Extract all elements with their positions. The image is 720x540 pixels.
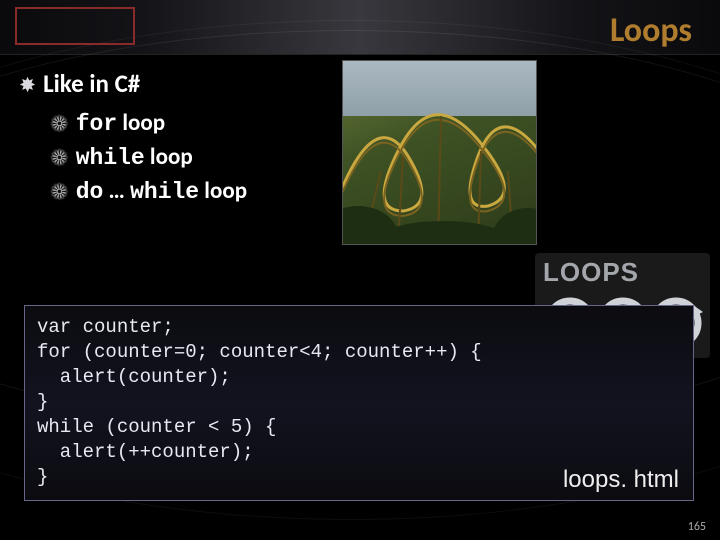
bullet-for-loop: ☀ for loop [52,109,700,137]
heading-text: Like in C# [43,68,140,99]
bullet-while-loop: ☀ while loop [52,143,700,171]
page-number: 165 [688,520,706,534]
slide-title: Loops [610,10,692,51]
sun-bullet-icon: ☀ [52,146,67,170]
loops-badge-label: LOOPS [535,253,710,288]
code-sample: var counter; for (counter=0; counter<4; … [24,305,694,501]
sun-bullet-icon: ☀ [52,180,67,204]
heading-like-in-csharp: ✸ Like in C# [20,68,700,99]
star-bullet-icon: ✸ [20,74,35,96]
bullet-code: while [76,145,145,171]
bullet-code: do [76,179,104,205]
bullet-text: loop [117,109,165,137]
sun-bullet-icon: ☀ [52,112,67,136]
bullet-mid: … [103,177,130,205]
bullet-do-while-loop: ☀ do … while loop [52,177,700,205]
bullet-text: loop [199,177,247,205]
code-text: var counter; for (counter=0; counter<4; … [37,316,482,488]
bullet-text: loop [145,143,193,171]
bullet-code2: while [130,179,199,205]
content-area: ✸ Like in C# ☀ for loop ☀ while loop ☀ d… [20,68,700,211]
file-label: loops. html [563,464,679,496]
logo-placeholder [15,7,135,45]
bullet-code: for [76,111,117,137]
